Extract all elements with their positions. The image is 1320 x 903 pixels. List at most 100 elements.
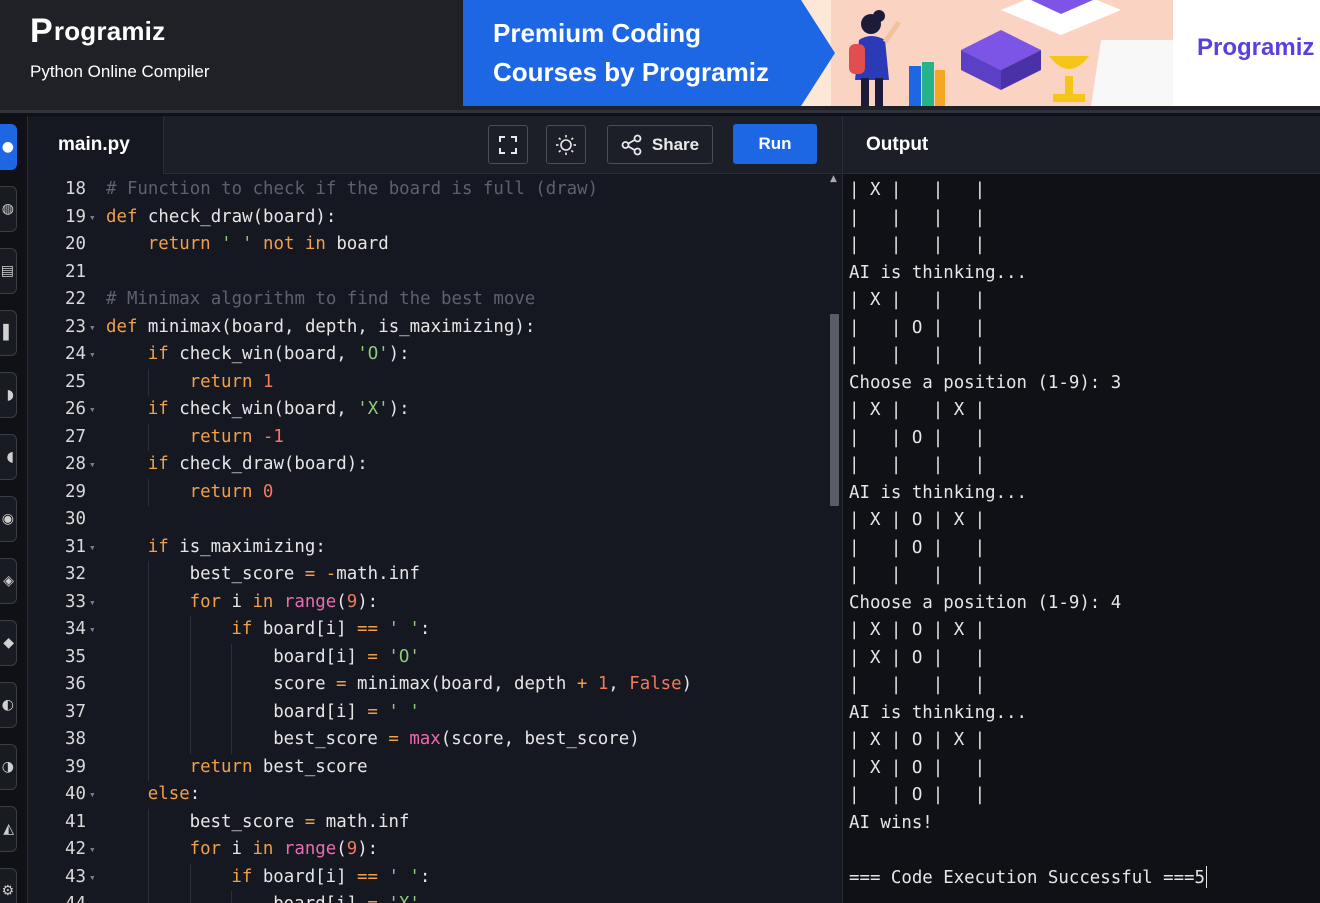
python-icon[interactable]: ●	[0, 124, 17, 170]
code-line[interactable]: 28 ▾ if check_draw(board):	[28, 451, 828, 479]
code-token: # Minimax algorithm to find the best mov…	[106, 289, 536, 309]
fold-arrow-icon[interactable]: ▾	[89, 589, 96, 617]
code-token: best_score	[189, 564, 305, 584]
code-token: :	[419, 866, 431, 887]
output-line: | | | |	[849, 675, 986, 695]
fold-arrow-icon[interactable]: ▾	[89, 204, 96, 232]
code-token: if	[147, 399, 169, 419]
code-line[interactable]: 31 ▾ if is_maximizing:	[28, 534, 828, 562]
output-line: Choose a position (1-9): 3	[849, 372, 1122, 393]
code-line[interactable]: 30	[28, 506, 828, 534]
code-line[interactable]: 25 return 1	[28, 368, 828, 396]
code-text: for i in range(9):	[190, 589, 379, 617]
output-console[interactable]: | X | | | | | | | | | | | AI is thinking...…	[849, 177, 1319, 892]
output-line: | | | |	[849, 455, 986, 475]
fold-arrow-icon[interactable]: ▾	[89, 534, 96, 562]
code-line[interactable]: 43 ▾ if board[i] == ' ':	[28, 863, 828, 892]
output-line: | X | O | X |	[849, 620, 986, 640]
indent-guide	[147, 643, 149, 671]
java-icon[interactable]: ▌	[0, 310, 17, 356]
fold-arrow-icon[interactable]: ▾	[89, 781, 96, 809]
fold-arrow-icon[interactable]: ▾	[89, 341, 96, 369]
js-icon[interactable]: ◈	[0, 558, 17, 604]
php-icon[interactable]: ◐	[0, 682, 17, 728]
settings-icon[interactable]: ⚙	[0, 868, 17, 903]
banner-headline-line1: Premium Coding	[493, 18, 702, 48]
code-line[interactable]: 32 best_score = -math.inf	[28, 561, 828, 589]
output-line: | | | |	[849, 235, 986, 255]
code-token: 'X'	[357, 399, 389, 419]
c-icon[interactable]: ◗	[0, 372, 17, 418]
code-token: False	[629, 674, 682, 694]
fold-arrow-icon[interactable]: ▾	[89, 314, 96, 342]
indent-guide	[147, 753, 149, 781]
code-line[interactable]: 20 return ' ' not in board	[28, 231, 828, 259]
share-button[interactable]: Share	[607, 125, 713, 164]
csharp-icon[interactable]: ◉	[0, 496, 17, 542]
cpp-icon[interactable]: ◖	[0, 434, 17, 480]
fold-arrow-icon[interactable]: ▾	[89, 396, 96, 424]
fold-arrow-icon[interactable]: ▾	[89, 864, 96, 892]
promo-banner[interactable]: Premium Coding Courses by Programiz Prog…	[463, 0, 1320, 106]
output-title: Output	[843, 116, 1320, 174]
sun-icon	[556, 134, 576, 155]
fullscreen-button[interactable]	[488, 125, 528, 164]
code-line[interactable]: 23 ▾ def minimax(board, depth, is_maximizi…	[28, 314, 828, 342]
sql-icon[interactable]: ◍	[0, 186, 17, 232]
code-token: return	[189, 756, 253, 777]
code-token: ' '	[388, 866, 420, 887]
editor-scrollbar[interactable]	[830, 314, 839, 506]
indent-guide	[189, 863, 191, 891]
code-token: return	[189, 371, 253, 392]
swift-icon[interactable]: ◑	[0, 744, 17, 790]
code-line[interactable]: 27 return -1	[28, 423, 828, 451]
fold-arrow-icon[interactable]: ▾	[89, 616, 96, 644]
run-button[interactable]: Run	[733, 124, 817, 164]
code-line[interactable]: 33 ▾ for i in range(9):	[28, 588, 828, 617]
code-line[interactable]: 24 ▾ if check_win(board, 'O'):	[28, 341, 828, 369]
code-line[interactable]: 37 board[i] = ' '	[28, 698, 828, 726]
programiz-logo[interactable]: Programiz	[30, 14, 210, 48]
indent-guide	[147, 423, 149, 451]
html-icon[interactable]: ▤	[0, 248, 17, 294]
code-line[interactable]: 44 board[i] = 'X'	[28, 891, 828, 903]
code-text: if board[i] == ' ':	[231, 864, 430, 892]
fold-arrow-icon[interactable]: ▾	[89, 836, 96, 864]
banner-headline-line2: Courses by Programiz	[493, 57, 769, 87]
code-line[interactable]: 21	[28, 259, 828, 287]
code-line[interactable]: 40 ▾ else:	[28, 781, 828, 809]
code-line[interactable]: 26 ▾ if check_win(board, 'X'):	[28, 396, 828, 424]
code-line[interactable]: 29 return 0	[28, 478, 828, 506]
code-line[interactable]: 36 score = minimax(board, depth + 1, Fals…	[28, 671, 828, 699]
code-area[interactable]: 18 # Function to check if the board is fu…	[28, 174, 842, 903]
code-token: score	[273, 674, 337, 694]
code-line[interactable]: 19 ▾ def check_draw(board):	[28, 204, 828, 232]
rust-icon[interactable]: ◭	[0, 806, 17, 852]
code-line[interactable]: 42 ▾ for i in range(9):	[28, 836, 828, 864]
code-line[interactable]: 34 ▾ if board[i] == ' ':	[28, 616, 828, 644]
line-number: 41	[65, 811, 86, 832]
output-line: AI is thinking...	[849, 262, 1027, 283]
code-token: minimax(board, depth, is_maximizing):	[137, 316, 536, 337]
code-line[interactable]: 22 # Minimax algorithm to find the best m…	[28, 286, 828, 314]
code-line[interactable]: 41 best_score = math.inf	[28, 808, 828, 836]
code-token: )	[681, 674, 693, 694]
output-line: | | | |	[849, 207, 986, 228]
code-line[interactable]: 18 # Function to check if the board is fu…	[28, 176, 828, 204]
fold-arrow-icon[interactable]: ▾	[89, 451, 96, 479]
scroll-up-icon[interactable]: ▲	[830, 174, 840, 184]
brand[interactable]: Programiz Python Online Compiler	[30, 14, 210, 82]
code-line[interactable]: 39 return best_score	[28, 753, 828, 781]
golang-icon[interactable]: ◆	[0, 620, 17, 666]
code-text: if check_draw(board):	[148, 451, 368, 479]
code-line[interactable]: 38 best_score = max(score, best_score)	[28, 726, 828, 754]
tab-main-py[interactable]: main.py	[28, 116, 164, 174]
indent-guide	[147, 808, 149, 836]
indent-guide	[231, 643, 233, 671]
code-line[interactable]: 35 board[i] = 'O'	[28, 643, 828, 671]
logo-text: rogramiz	[53, 15, 166, 46]
theme-toggle-button[interactable]	[546, 125, 586, 164]
indent-guide	[147, 588, 149, 616]
